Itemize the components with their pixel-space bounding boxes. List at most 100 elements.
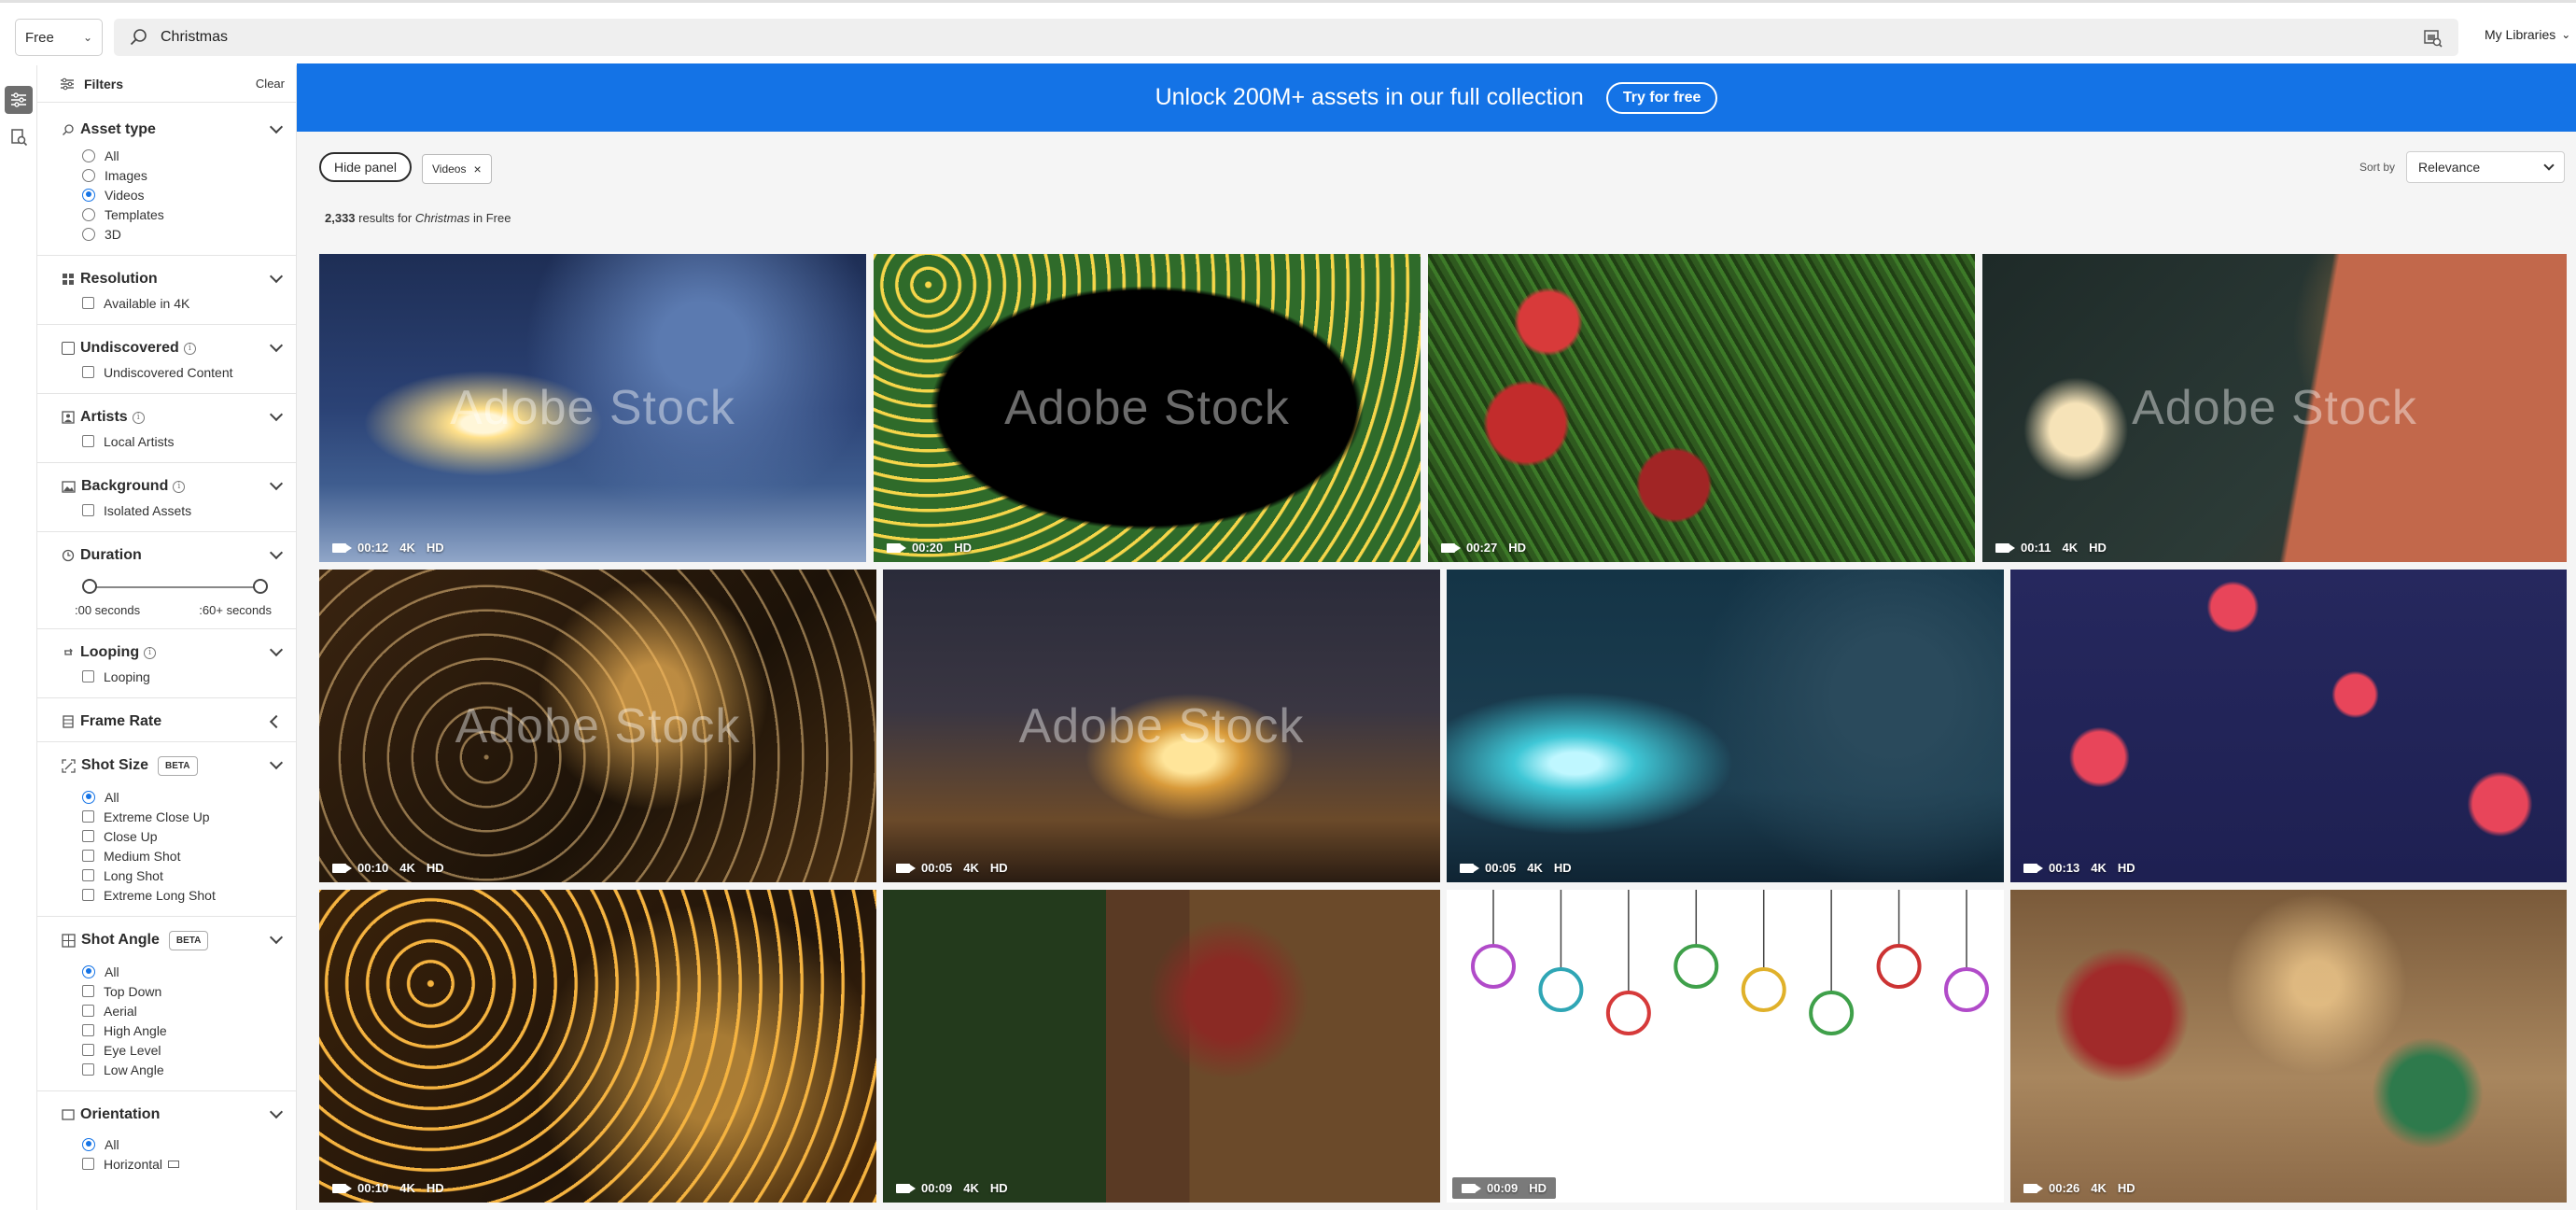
- close-icon[interactable]: ×: [473, 162, 481, 176]
- slider-min-handle[interactable]: [82, 579, 97, 594]
- try-for-free-button[interactable]: Try for free: [1605, 81, 1718, 114]
- asset-type-option[interactable]: 3D: [62, 224, 281, 244]
- checkbox-local-artists[interactable]: Local Artists: [62, 431, 281, 451]
- shot-size-icon: [62, 758, 76, 773]
- checkbox[interactable]: [82, 1005, 94, 1017]
- video-thumbnail[interactable]: Adobe Stock 00:05 4K HD: [883, 570, 1440, 882]
- orientation-option[interactable]: Horizontal: [62, 1154, 281, 1174]
- video-thumbnail[interactable]: Adobe Stock 00:10 4K HD: [319, 570, 876, 882]
- asset-type-option[interactable]: All: [62, 146, 281, 165]
- checkbox[interactable]: [82, 435, 94, 447]
- video-thumbnail[interactable]: 00:27 HD: [1428, 254, 1975, 562]
- checkbox-looping[interactable]: Looping: [62, 667, 281, 686]
- asset-type-option[interactable]: Images: [62, 165, 281, 185]
- radio-button[interactable]: [82, 207, 95, 221]
- hide-panel-button[interactable]: Hide panel: [319, 152, 412, 182]
- info-icon[interactable]: i: [132, 411, 145, 424]
- checkbox[interactable]: [82, 670, 94, 682]
- radio-button[interactable]: [82, 1137, 95, 1151]
- shot-angle-option[interactable]: Aerial: [62, 1001, 281, 1020]
- checkbox-available-in-4k[interactable]: Available in 4K: [62, 293, 281, 313]
- asset-type-option[interactable]: Templates: [62, 204, 281, 224]
- beta-badge: BETA: [158, 755, 198, 776]
- checkbox[interactable]: [82, 1158, 94, 1170]
- video-thumbnail[interactable]: 00:05 4K HD: [1447, 570, 2004, 882]
- filters-toggle-button[interactable]: [5, 86, 33, 114]
- asset-type-option[interactable]: Videos: [62, 185, 281, 204]
- resolution-header[interactable]: Resolution: [62, 265, 284, 293]
- video-thumbnail[interactable]: 00:10 4K HD: [319, 890, 876, 1203]
- shot-angle-header[interactable]: Shot Angle BETA: [62, 926, 284, 954]
- checkbox[interactable]: [82, 1024, 94, 1036]
- asset-type-header[interactable]: Asset type: [62, 116, 284, 144]
- info-icon[interactable]: i: [173, 480, 186, 493]
- radio-button[interactable]: [82, 148, 95, 162]
- radio-button[interactable]: [82, 188, 95, 202]
- looping-header[interactable]: Looping i: [62, 639, 284, 667]
- duration-slider[interactable]: [82, 573, 268, 603]
- video-thumbnail[interactable]: Adobe Stock 00:11 4K HD: [1982, 254, 2567, 562]
- video-thumbnail[interactable]: Adobe Stock 00:12 4K HD: [319, 254, 866, 562]
- video-duration: 00:27: [1466, 541, 1498, 555]
- frame-rate-header[interactable]: Frame Rate: [62, 708, 284, 736]
- checkbox-label: Available in 4K: [104, 295, 190, 311]
- checkbox[interactable]: [82, 504, 94, 516]
- saved-searches-button[interactable]: [5, 123, 33, 151]
- undiscovered-header[interactable]: Undiscovered i: [62, 334, 284, 362]
- results-text: results for: [355, 211, 415, 225]
- video-camera-icon: [2023, 863, 2043, 873]
- checkbox-isolated-assets[interactable]: Isolated Assets: [62, 500, 281, 520]
- checkbox-undiscovered-content[interactable]: Undiscovered Content: [62, 362, 281, 382]
- radio-button[interactable]: [82, 168, 95, 182]
- checkbox[interactable]: [82, 869, 94, 881]
- info-icon[interactable]: i: [144, 646, 157, 659]
- video-thumbnail[interactable]: 00:09 4K HD: [883, 890, 1440, 1203]
- checkbox[interactable]: [82, 297, 94, 309]
- scope-select[interactable]: Free ⌄: [15, 19, 103, 56]
- shot-angle-option[interactable]: Low Angle: [62, 1060, 281, 1079]
- checkbox[interactable]: [82, 366, 94, 378]
- clear-filters-button[interactable]: Clear: [256, 77, 285, 91]
- checkbox[interactable]: [82, 830, 94, 842]
- video-duration: 00:09: [921, 1181, 953, 1195]
- search-input[interactable]: [161, 29, 2421, 46]
- shot-angle-option[interactable]: All: [62, 962, 281, 981]
- shot-size-option[interactable]: Extreme Long Shot: [62, 885, 281, 905]
- checkbox[interactable]: [82, 1063, 94, 1076]
- radio-button[interactable]: [82, 964, 95, 978]
- video-thumbnail[interactable]: Adobe Stock 00:20 HD: [874, 254, 1421, 562]
- orientation-header[interactable]: Orientation: [62, 1101, 284, 1129]
- video-thumbnail[interactable]: 00:09 HD: [1447, 890, 2004, 1203]
- chevron-down-icon: [269, 1104, 284, 1119]
- shot-size-option[interactable]: Extreme Close Up: [62, 807, 281, 826]
- checkbox[interactable]: [82, 850, 94, 862]
- shot-size-option[interactable]: Long Shot: [62, 865, 281, 885]
- shot-size-option[interactable]: Close Up: [62, 826, 281, 846]
- checkbox[interactable]: [82, 1044, 94, 1056]
- duration-header[interactable]: Duration: [62, 542, 284, 570]
- artists-header[interactable]: Artists i: [62, 403, 284, 431]
- shot-angle-option[interactable]: Top Down: [62, 981, 281, 1001]
- visual-search-icon[interactable]: [2421, 26, 2443, 49]
- background-header[interactable]: Background i: [62, 472, 284, 500]
- shot-size-header[interactable]: Shot Size BETA: [62, 752, 284, 780]
- my-libraries-button[interactable]: My Libraries ⌄: [2485, 27, 2570, 42]
- shot-angle-option[interactable]: Eye Level: [62, 1040, 281, 1060]
- active-filter-chip[interactable]: Videos ×: [422, 154, 492, 184]
- checkbox[interactable]: [82, 889, 94, 901]
- video-thumbnail[interactable]: 00:26 4K HD: [2010, 890, 2567, 1203]
- chevron-down-icon: [269, 338, 284, 353]
- sort-select[interactable]: Relevance: [2406, 151, 2565, 183]
- shot-angle-option[interactable]: High Angle: [62, 1020, 281, 1040]
- video-thumbnail[interactable]: 00:13 4K HD: [2010, 570, 2567, 882]
- orientation-option[interactable]: All: [62, 1134, 281, 1154]
- radio-button[interactable]: [82, 227, 95, 241]
- filter-group-frame-rate: Frame Rate: [37, 698, 296, 742]
- shot-size-option[interactable]: Medium Shot: [62, 846, 281, 865]
- slider-max-handle[interactable]: [253, 579, 268, 594]
- radio-button[interactable]: [82, 790, 95, 804]
- checkbox[interactable]: [82, 810, 94, 823]
- checkbox[interactable]: [82, 985, 94, 997]
- shot-size-option[interactable]: All: [62, 787, 281, 807]
- info-icon[interactable]: i: [183, 342, 196, 355]
